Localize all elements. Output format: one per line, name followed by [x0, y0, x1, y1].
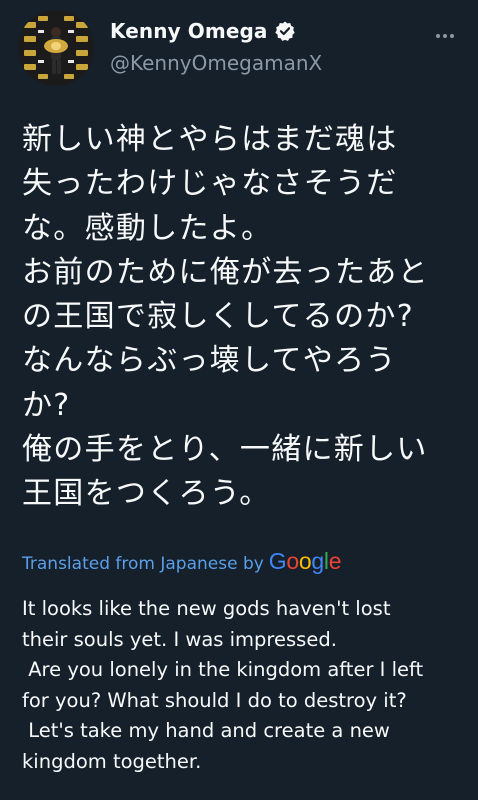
avatar[interactable]	[18, 10, 94, 86]
translated-text-line: Are you lonely in the kingdom after I le…	[22, 658, 424, 681]
author-name-row[interactable]: Kenny Omega	[110, 19, 296, 43]
translated-text-line: It looks like the new gods haven't lost	[22, 597, 391, 620]
translated-text-line: their souls yet. I was impressed.	[22, 627, 337, 651]
original-text-line: 失ったわけじゃなさそうだ	[22, 166, 398, 202]
tweet-card: Kenny Omega @KennyOmegamanX 新しい神とやらはまだ魂は…	[0, 0, 478, 800]
translation-attribution[interactable]: Translated from Japanese by Google	[22, 548, 341, 575]
original-text-line: なんならぶっ壊してやろう	[22, 343, 397, 379]
tweet-header: Kenny Omega @KennyOmegamanX	[18, 10, 460, 86]
original-text-line: 王国をつくろう。	[22, 476, 271, 512]
translated-text-line: kingdom together.	[22, 749, 202, 773]
google-logo: Google	[268, 548, 342, 574]
author-handle[interactable]: @KennyOmegamanX	[110, 51, 322, 75]
tweet-original-text: 新しい神とやらはまだ魂は 失ったわけじゃなさそうだ な。感動したよ。 お前のため…	[22, 118, 462, 517]
original-text-line: の王国で寂しくしてるのか?	[22, 299, 414, 335]
more-options-icon[interactable]	[430, 26, 460, 46]
tweet-translated-text: It looks like the new gods haven't lost …	[22, 594, 470, 777]
original-text-line: 俺の手をとり、一緒に新しい	[22, 432, 428, 468]
translation-label: Translated from Japanese by	[22, 554, 264, 574]
verified-badge-icon	[274, 20, 296, 42]
original-text-line: お前のために俺が去ったあと	[22, 254, 429, 290]
original-text-line: 新しい神とやらはまだ魂は	[22, 122, 398, 157]
translated-text-line: Let's take my hand and create a new	[22, 719, 390, 742]
author-display-name[interactable]: Kenny Omega	[110, 19, 268, 43]
original-text-line: か?	[22, 387, 71, 423]
original-text-line: な。感動したよ。	[22, 210, 273, 246]
avatar-image	[18, 10, 94, 86]
translated-text-line: for you? What should I do to destroy it?	[22, 688, 407, 712]
